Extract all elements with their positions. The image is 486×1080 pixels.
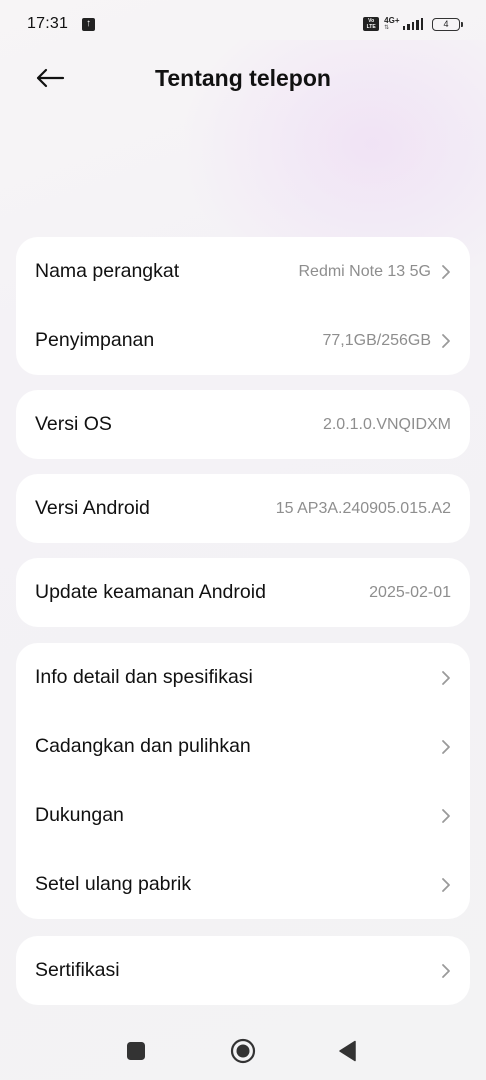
security-update-row[interactable]: Update keamanan Android 2025-02-01 — [16, 558, 470, 627]
back-nav-button[interactable] — [328, 1034, 368, 1068]
device-card: Nama perangkat Redmi Note 13 5G Penyimpa… — [16, 237, 470, 375]
security-update-card: Update keamanan Android 2025-02-01 — [16, 558, 470, 627]
upload-notification-icon: ↑ — [82, 17, 96, 31]
os-version-label: Versi OS — [35, 413, 112, 435]
device-name-row[interactable]: Nama perangkat Redmi Note 13 5G — [16, 237, 470, 306]
chevron-right-icon — [442, 333, 450, 348]
status-bar: 17:31 ↑ Vo LTE 4G+ ⇅ 4 — [0, 0, 486, 48]
chevron-right-icon — [442, 963, 450, 978]
chevron-right-icon — [442, 670, 450, 685]
detail-spec-label: Info detail dan spesifikasi — [35, 666, 253, 688]
device-name-label: Nama perangkat — [35, 260, 180, 282]
storage-label: Penyimpanan — [35, 329, 155, 351]
support-row[interactable]: Dukungan — [16, 781, 470, 850]
app-bar: Tentang telepon — [0, 52, 486, 104]
factory-reset-row[interactable]: Setel ulang pabrik — [16, 850, 470, 919]
backup-restore-row[interactable]: Cadangkan dan pulihkan — [16, 712, 470, 781]
chevron-right-icon — [442, 739, 450, 754]
recents-button[interactable] — [116, 1034, 156, 1068]
os-version-value: 2.0.1.0.VNQIDXM — [322, 415, 451, 433]
device-name-value: Redmi Note 13 5G — [298, 262, 431, 280]
certification-row[interactable]: Sertifikasi — [16, 936, 470, 1005]
status-bar-right: Vo LTE 4G+ ⇅ 4 — [363, 16, 463, 32]
os-version-row[interactable]: Versi OS 2.0.1.0.VNQIDXM — [16, 390, 470, 459]
os-version-card: Versi OS 2.0.1.0.VNQIDXM — [16, 390, 470, 459]
recents-square-icon — [127, 1042, 145, 1060]
android-version-row[interactable]: Versi Android 15 AP3A.240905.015.A2 — [16, 474, 470, 543]
back-triangle-icon — [339, 1040, 356, 1062]
certification-card: Sertifikasi — [16, 936, 470, 1005]
chevron-right-icon — [442, 808, 450, 823]
battery-level: 4 — [443, 19, 449, 29]
android-version-value: 15 AP3A.240905.015.A2 — [275, 499, 451, 517]
certification-label: Sertifikasi — [35, 959, 120, 981]
network-type-indicator: 4G+ ⇅ — [384, 16, 400, 32]
factory-reset-label: Setel ulang pabrik — [35, 873, 192, 895]
page-title: Tentang telepon — [155, 65, 331, 91]
home-button[interactable] — [223, 1034, 263, 1068]
status-bar-left: 17:31 ↑ — [27, 15, 96, 33]
chevron-right-icon — [442, 264, 450, 279]
network-type-label: 4G+ — [384, 16, 400, 25]
storage-row[interactable]: Penyimpanan 77,1GB/256GB — [16, 306, 470, 375]
support-label: Dukungan — [35, 804, 124, 826]
more-options-card: Info detail dan spesifikasi Cadangkan da… — [16, 643, 470, 919]
status-time: 17:31 — [27, 15, 69, 32]
android-version-label: Versi Android — [35, 497, 150, 519]
android-version-card: Versi Android 15 AP3A.240905.015.A2 — [16, 474, 470, 543]
backup-restore-label: Cadangkan dan pulihkan — [35, 735, 251, 757]
battery-icon: 4 — [432, 17, 463, 31]
navigation-bar — [0, 1020, 486, 1080]
detail-spec-row[interactable]: Info detail dan spesifikasi — [16, 643, 470, 712]
home-circle-icon — [230, 1038, 256, 1064]
chevron-right-icon — [442, 877, 450, 892]
data-activity-icon: ⇅ — [384, 25, 390, 31]
volte-icon: Vo LTE — [363, 17, 380, 31]
signal-strength-icon — [402, 18, 423, 30]
security-update-label: Update keamanan Android — [35, 581, 266, 603]
security-update-value: 2025-02-01 — [369, 583, 451, 601]
storage-value: 77,1GB/256GB — [322, 331, 431, 349]
